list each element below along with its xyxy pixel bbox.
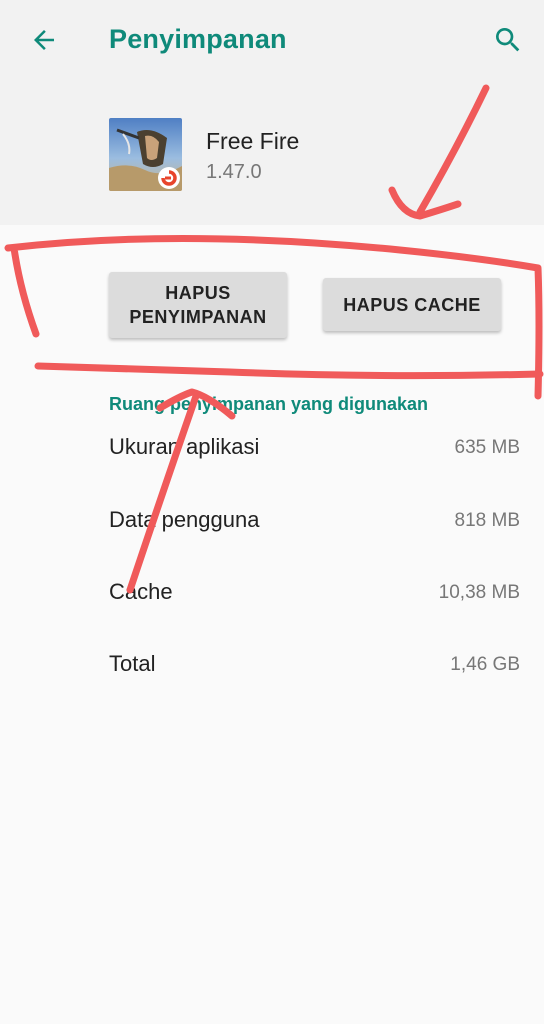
storage-row-app-size: Ukuran aplikasi 635 MB	[109, 434, 520, 466]
arrow-left-icon	[34, 30, 54, 50]
page-title: Penyimpanan	[109, 24, 287, 54]
app-icon	[109, 118, 182, 191]
search-button[interactable]	[488, 20, 528, 60]
storage-row-total: Total 1,46 GB	[109, 651, 520, 683]
row-label: Cache	[109, 579, 173, 604]
free-fire-app-icon	[109, 118, 182, 191]
row-label: Data pengguna	[109, 507, 260, 532]
row-value: 10,38 MB	[438, 582, 520, 603]
clear-cache-label: HAPUS CACHE	[343, 294, 481, 315]
row-value: 635 MB	[454, 437, 520, 458]
clear-storage-label-line1: HAPUS	[165, 283, 231, 303]
app-header: Penyimpanan Free Fire 1.47.0	[0, 0, 544, 225]
arrow-up-icon	[126, 388, 236, 594]
row-label: Ukuran aplikasi	[109, 434, 260, 459]
clear-storage-label-line2: PENYIMPANAN	[129, 307, 267, 327]
clear-storage-button[interactable]: HAPUS PENYIMPANAN	[109, 272, 287, 338]
row-label: Total	[109, 651, 156, 676]
app-name: Free Fire	[206, 128, 300, 154]
row-value: 1,46 GB	[450, 654, 520, 675]
back-button[interactable]	[24, 20, 64, 60]
storage-section-title: Ruang penyimpanan yang digunakan	[109, 394, 429, 414]
search-icon	[496, 28, 520, 52]
row-value: 818 MB	[454, 510, 520, 531]
storage-row-user-data: Data pengguna 818 MB	[109, 507, 520, 539]
clear-cache-button[interactable]: HAPUS CACHE	[323, 278, 501, 331]
storage-row-cache: Cache 10,38 MB	[109, 579, 520, 611]
app-version: 1.47.0	[206, 161, 262, 183]
